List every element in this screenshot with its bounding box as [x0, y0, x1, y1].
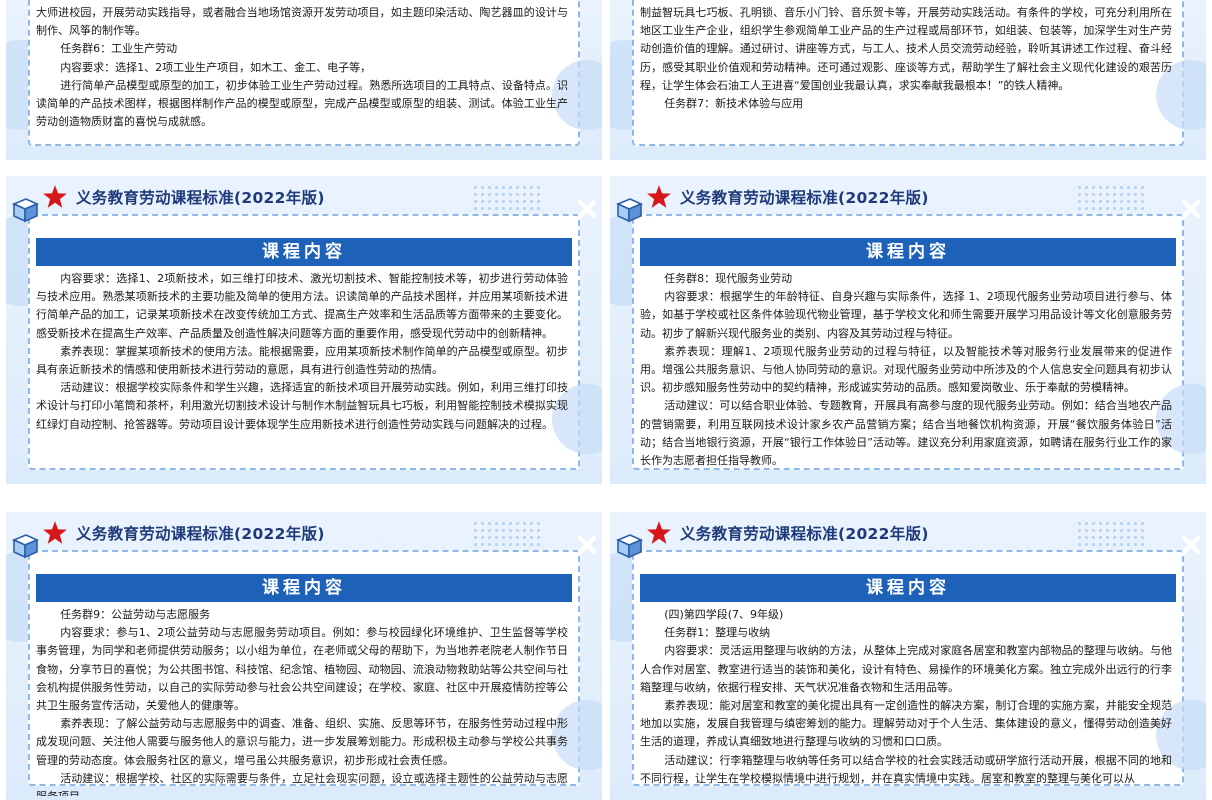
paragraph: 任务群9：公益劳动与志愿服务 — [60, 608, 211, 621]
content-text: (四)第四学段(7、9年级) 任务群1：整理与收纳内容要求：灵活运用整理与收纳的方… — [640, 606, 1172, 796]
paragraph: (四)第四学段(7、9年级) — [664, 608, 784, 621]
paragraph: 内容要求：根据学生的年龄特征、自身兴趣与实际条件，选择 1、2项现代服务业劳动项… — [640, 290, 1172, 340]
slide-4: 义务教育劳动课程标准(2022年版) 课程内容任务群8：现代服务业劳动内容要求：根… — [610, 176, 1206, 484]
paragraph: 素养表现：了解公益劳动与志愿服务中的调查、准备、组织、实施、反思等环节，在服务性… — [36, 717, 568, 767]
paragraph: 活动建议：行李箱整理与收纳等任务可以结合学校的社会实践活动或研学旅行活动开展，根… — [640, 753, 1172, 785]
slide-heading: 义务教育劳动课程标准(2022年版) — [646, 520, 929, 546]
paragraph: 进行简单产品模型或原型的加工，初步体验工业生产劳动过程。熟悉所选项目的工具特点、… — [36, 78, 568, 129]
slide-heading: 义务教育劳动课程标准(2022年版) — [646, 184, 929, 210]
x-icon — [577, 199, 597, 219]
slide-5: 义务教育劳动课程标准(2022年版) 课程内容任务群9：公益劳动与志愿服务内容要求… — [6, 512, 602, 800]
cube-icon — [615, 534, 644, 559]
content-text: 任务群9：公益劳动与志愿服务内容要求：参与1、2项公益劳动与志愿服务劳动项目。例… — [36, 606, 568, 796]
content-text: 大师进校园，开展劳动实践指导，或者融合当地场馆资源开发劳动项目，如主题印染活动、… — [36, 4, 568, 156]
paragraph: 任务群7：新技术体验与应用 — [664, 97, 804, 111]
star-icon — [647, 521, 671, 544]
paragraph: 内容要求：灵活运用整理与收纳的方法，从整体上完成对家庭各居室和教室内部物品的整理… — [640, 644, 1172, 694]
paragraph: 任务群6：工业生产劳动 — [60, 42, 178, 56]
slide-1: 大师进校园，开展劳动实践指导，或者融合当地场馆资源开发劳动项目，如主题印染活动、… — [6, 0, 602, 160]
section-banner: 课程内容 — [36, 574, 572, 602]
paragraph: 任务群1：整理与收纳 — [664, 626, 771, 640]
dot-pattern — [1076, 520, 1146, 546]
slide-heading: 义务教育劳动课程标准(2022年版) — [42, 184, 325, 210]
paragraph: 内容要求：选择1、2项工业生产项目，如木工、金工、电子等， — [60, 60, 372, 74]
header-title: 义务教育劳动课程标准(2022年版) — [76, 189, 325, 207]
paragraph: 素养表现：能对居室和教室的美化提出具有一定创造性的解决方案，制订合理的实施方案，… — [640, 699, 1172, 749]
paragraph: 内容要求：参与1、2项公益劳动与志愿服务劳动项目。例如：参与校园绿化环境维护、卫… — [36, 626, 568, 713]
x-icon — [1181, 199, 1201, 219]
slide-2: 制益智玩具七巧板、孔明锁、音乐小门铃、音乐贺卡等，开展劳动实践活动。有条件的学校… — [610, 0, 1206, 160]
paragraph: 大师进校园，开展劳动实践指导，或者融合当地场馆资源开发劳动项目，如主题印染活动、… — [36, 6, 568, 38]
paragraph: 素养表现：掌握某项新技术的使用方法。能根据需要，应用某项新技术制作简单的产品模型… — [36, 344, 568, 377]
slide-heading: 义务教育劳动课程标准(2022年版) — [42, 520, 325, 546]
slide-3: 义务教育劳动课程标准(2022年版) 课程内容内容要求：选择1、2项新技术，如三维… — [6, 176, 602, 484]
dot-pattern — [1076, 184, 1146, 210]
paragraph: 制益智玩具七巧板、孔明锁、音乐小门铃、音乐贺卡等，开展劳动实践活动。有条件的学校… — [640, 6, 1172, 92]
paragraph: 任务群8：现代服务业劳动 — [664, 272, 793, 285]
paragraph: 活动建议：根据学校、社区的实际需要与条件，立足社会现实问题，设立或选择主题性的公… — [36, 771, 568, 796]
star-icon — [43, 185, 67, 208]
header-title: 义务教育劳动课程标准(2022年版) — [680, 525, 929, 543]
cube-icon — [11, 198, 40, 223]
header-title: 义务教育劳动课程标准(2022年版) — [76, 525, 325, 543]
paragraph: 活动建议：根据学校实际条件和学生兴趣，选择适宜的新技术项目开展劳动实践。例如，利… — [36, 381, 568, 431]
x-icon — [577, 535, 597, 555]
dot-pattern — [472, 520, 542, 546]
star-icon — [43, 521, 67, 544]
content-text: 内容要求：选择1、2项新技术，如三维打印技术、激光切割技术、智能控制技术等，初步… — [36, 270, 568, 480]
content-text: 任务群8：现代服务业劳动内容要求：根据学生的年龄特征、自身兴趣与实际条件，选择 … — [640, 270, 1172, 480]
dot-pattern — [472, 184, 542, 210]
slide-6: 义务教育劳动课程标准(2022年版) 课程内容 (四)第四学段(7、9年级) 任务群1… — [610, 512, 1206, 800]
header-title: 义务教育劳动课程标准(2022年版) — [680, 189, 929, 207]
cube-icon — [11, 534, 40, 559]
content-text: 制益智玩具七巧板、孔明锁、音乐小门铃、音乐贺卡等，开展劳动实践活动。有条件的学校… — [640, 4, 1172, 156]
cube-icon — [615, 198, 644, 223]
paragraph: 活动建议：可以结合职业体验、专题教育，开展具有高参与度的现代服务业劳动。例如：结… — [640, 399, 1172, 468]
section-banner: 课程内容 — [640, 238, 1176, 266]
x-icon — [1181, 535, 1201, 555]
section-banner: 课程内容 — [640, 574, 1176, 602]
paragraph: 素养表现：理解1、2项现代服务业劳动的过程与特征，以及智能技术等对服务行业发展带… — [640, 344, 1172, 395]
paragraph: 内容要求：选择1、2项新技术，如三维打印技术、激光切割技术、智能控制技术等，初步… — [36, 272, 568, 340]
star-icon — [647, 185, 671, 208]
section-banner: 课程内容 — [36, 238, 572, 266]
